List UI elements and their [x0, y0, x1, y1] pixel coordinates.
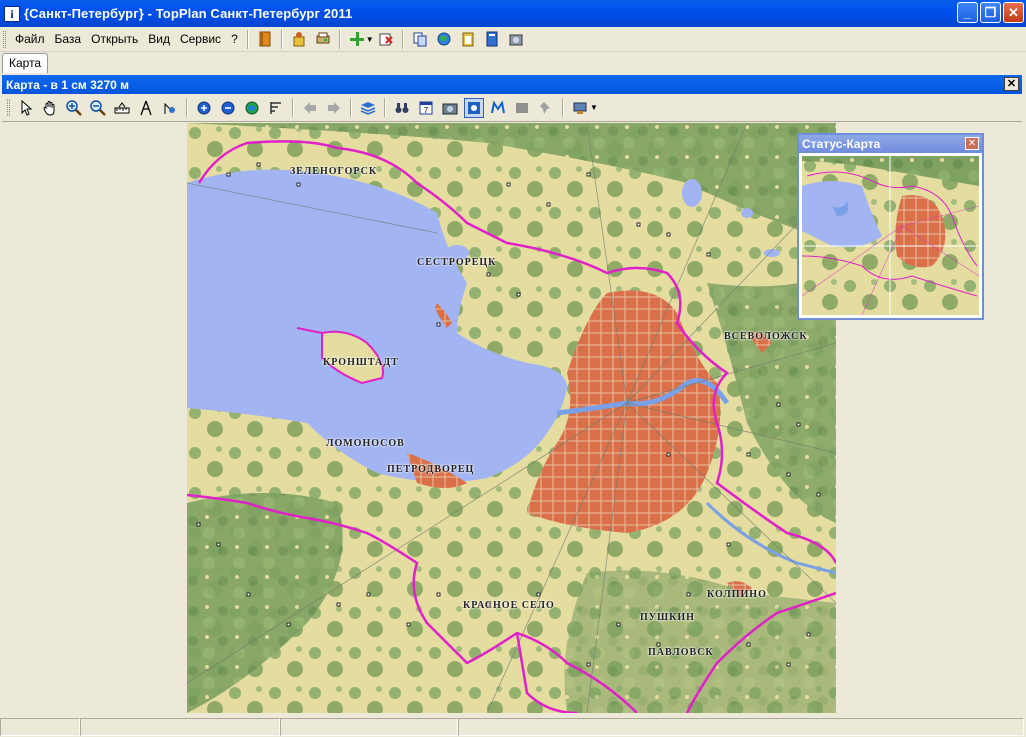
metro-icon[interactable] [488, 98, 508, 118]
zoom-out-icon[interactable] [88, 98, 108, 118]
title-bar: i {Санкт-Петербург} - TopPlan Санкт-Пете… [0, 0, 1026, 27]
dropdown-arrow-icon[interactable]: ▼ [590, 103, 598, 112]
map-label-pavlovsk: ПАВЛОВСК [648, 647, 714, 658]
paste-icon[interactable] [458, 29, 478, 49]
close-button[interactable]: ✕ [1003, 2, 1024, 23]
overview-map[interactable] [802, 156, 979, 315]
copy-icon[interactable] [410, 29, 430, 49]
map-label-lomonosov: ЛОМОНОСОВ [326, 438, 405, 449]
menu-help[interactable]: ? [226, 32, 243, 46]
map-label-zelenogorsk: ЗЕЛЕНОГОРСК [290, 166, 378, 177]
menu-file[interactable]: Файл [10, 32, 50, 46]
separator [292, 98, 294, 117]
toolbar-grip[interactable] [3, 30, 6, 48]
map-label-petrodvorets: ПЕТРОДВОРЕЦ [387, 464, 475, 475]
tab-map[interactable]: Карта [2, 53, 49, 73]
menu-view[interactable]: Вид [143, 32, 175, 46]
pin-icon[interactable] [536, 98, 556, 118]
separator [186, 98, 188, 117]
photo-icon[interactable] [440, 98, 460, 118]
map-label-sestroretsk: СЕСТРОРЕЦК [417, 257, 497, 268]
separator [280, 29, 283, 49]
map-label-vsevolozhsk: ВСЕВОЛОЖСК [724, 331, 808, 342]
map-label-kolpino: КОЛПИНО [707, 589, 767, 600]
ruler-icon[interactable] [112, 98, 132, 118]
status-map-window[interactable]: Статус-Карта ✕ [797, 133, 984, 320]
map-toolbar: 7 ▼ [2, 94, 1022, 122]
status-pane [280, 718, 458, 736]
status-pane [80, 718, 280, 736]
hand-pan-icon[interactable] [40, 98, 60, 118]
minus-circle-icon[interactable] [218, 98, 238, 118]
separator [246, 29, 249, 49]
map-frame-icon[interactable] [464, 97, 484, 118]
export-icon[interactable] [570, 98, 590, 118]
print-icon[interactable] [313, 29, 333, 49]
wizard-icon[interactable] [289, 29, 309, 49]
layers-icon[interactable] [358, 98, 378, 118]
calendar-icon[interactable]: 7 [416, 98, 436, 118]
globe-icon[interactable] [242, 98, 262, 118]
separator [401, 29, 404, 49]
maximize-button[interactable]: ❐ [980, 2, 1001, 23]
info-icon[interactable]: i [4, 5, 20, 22]
pointer-icon[interactable] [16, 98, 36, 118]
separator [338, 29, 341, 49]
tab-strip: Карта [0, 52, 1026, 74]
minimize-button[interactable]: _ [957, 2, 978, 23]
map-window-close-button[interactable]: ✕ [1004, 77, 1019, 91]
map-window-title: Карта - в 1 см 3270 м [6, 77, 130, 92]
svg-text:7: 7 [424, 106, 429, 115]
plus-circle-icon[interactable] [194, 98, 214, 118]
menu-service[interactable]: Сервис [175, 32, 226, 46]
gray-box-icon[interactable] [512, 98, 532, 118]
status-pane [458, 718, 1024, 736]
status-map-title: Статус-Карта [802, 137, 881, 151]
book-icon[interactable] [255, 29, 275, 49]
settings-icon[interactable] [506, 29, 526, 49]
compass-icon[interactable] [136, 98, 156, 118]
scale-icon[interactable] [266, 98, 286, 118]
status-pane [0, 718, 80, 736]
map-view[interactable]: ЗЕЛЕНОГОРСК СЕСТРОРЕЦК ВСЕВОЛОЖСК КРОНШТ… [187, 123, 836, 713]
back-icon[interactable] [300, 98, 320, 118]
delete-layer-icon[interactable] [376, 29, 396, 49]
status-map-title-bar[interactable]: Статус-Карта [799, 135, 982, 153]
separator [350, 98, 352, 117]
toolbar-grip[interactable] [7, 99, 10, 116]
forward-icon[interactable] [324, 98, 344, 118]
map-label-pushkin: ПУШКИН [640, 612, 695, 623]
separator [384, 98, 386, 117]
menu-open[interactable]: Открыть [86, 32, 143, 46]
status-bar [0, 717, 1026, 737]
menu-base[interactable]: База [50, 32, 87, 46]
overview-map-graphic [802, 156, 979, 315]
map-label-kronshtadt: КРОНШТАДТ [323, 357, 399, 368]
document-icon[interactable] [482, 29, 502, 49]
binoculars-icon[interactable] [392, 98, 412, 118]
add-layer-icon[interactable] [347, 29, 367, 49]
measure-icon[interactable] [160, 98, 180, 118]
window-title: {Санкт-Петербург} - TopPlan Санкт-Петерб… [24, 6, 353, 21]
map-label-krasnoe-selo: КРАСНОЕ СЕЛО [463, 600, 555, 611]
globe-icon[interactable] [434, 29, 454, 49]
map-window-title-bar: Карта - в 1 см 3270 м ✕ [2, 75, 1022, 94]
zoom-in-icon[interactable] [64, 98, 84, 118]
status-map-close-button[interactable]: ✕ [965, 137, 979, 150]
map-graphic [187, 123, 836, 713]
dropdown-arrow-icon[interactable]: ▼ [366, 35, 374, 44]
separator [562, 98, 564, 117]
menu-bar: Файл База Открыть Вид Сервис ? ▼ [0, 27, 1026, 52]
